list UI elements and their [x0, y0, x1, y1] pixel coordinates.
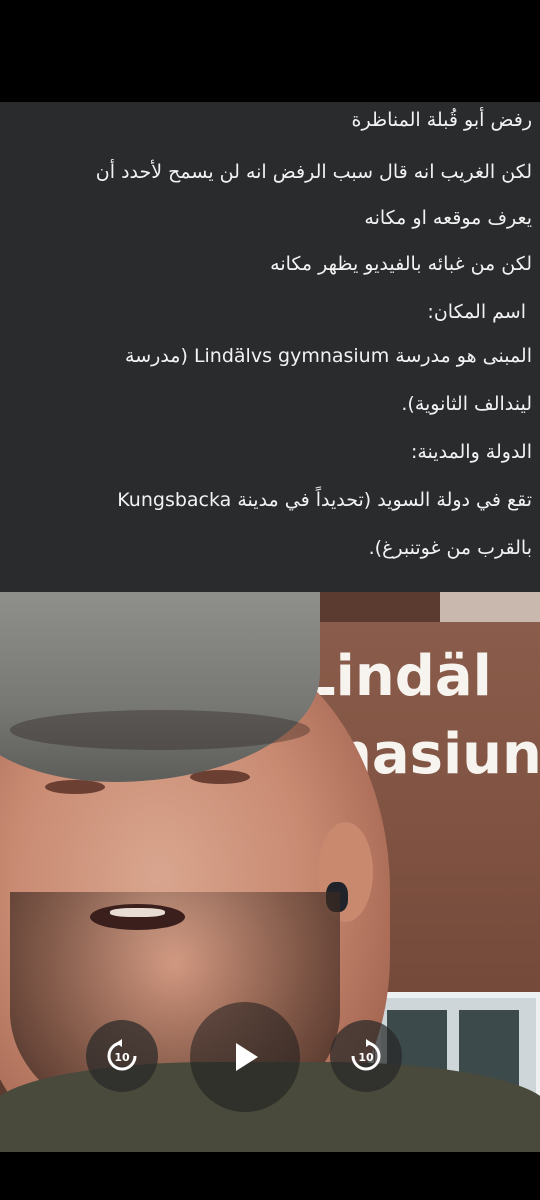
post-line-2: لكن الغريب انه قال سبب الرفض انه لن يسمح… [95, 161, 532, 183]
play-icon [236, 1043, 258, 1071]
forward-10-icon: 10 [351, 1039, 381, 1071]
post-line-3: يعرف موقعه او مكانه [364, 207, 532, 229]
post-text-panel: رفض أبو قُبلة المناظرة لكن الغريب انه قا… [0, 102, 540, 592]
rewind-10-label: 10 [114, 1051, 130, 1064]
post-line-4: لكن من غبائه بالفيديو يظهر مكانه [270, 253, 532, 275]
forward-10-label: 10 [358, 1051, 374, 1064]
post-line-1: رفض أبو قُبلة المناظرة [351, 109, 532, 131]
post-line-5: اسم المكان: [427, 301, 526, 323]
video-player[interactable]: Lindäl nasiun 10 10 [0, 592, 540, 1152]
forward-10-button[interactable]: 10 [330, 1020, 402, 1092]
post-line-6: المبنى هو مدرسة Lindälvs gymnasium (مدرس… [125, 345, 532, 367]
post-line-10: بالقرب من غوتنبرغ). [368, 537, 532, 559]
bottom-black-bar [0, 1152, 540, 1200]
top-black-bar [0, 0, 540, 102]
post-line-7: ليندالف الثانوية). [401, 393, 532, 415]
rewind-10-button[interactable]: 10 [86, 1020, 158, 1092]
play-button[interactable] [190, 1002, 300, 1112]
rewind-10-icon: 10 [107, 1039, 137, 1071]
video-controls: 10 10 [0, 592, 540, 1152]
post-line-8: الدولة والمدينة: [410, 441, 532, 463]
post-line-9: تقع في دولة السويد (تحديداً في مدينة Kun… [117, 489, 532, 511]
